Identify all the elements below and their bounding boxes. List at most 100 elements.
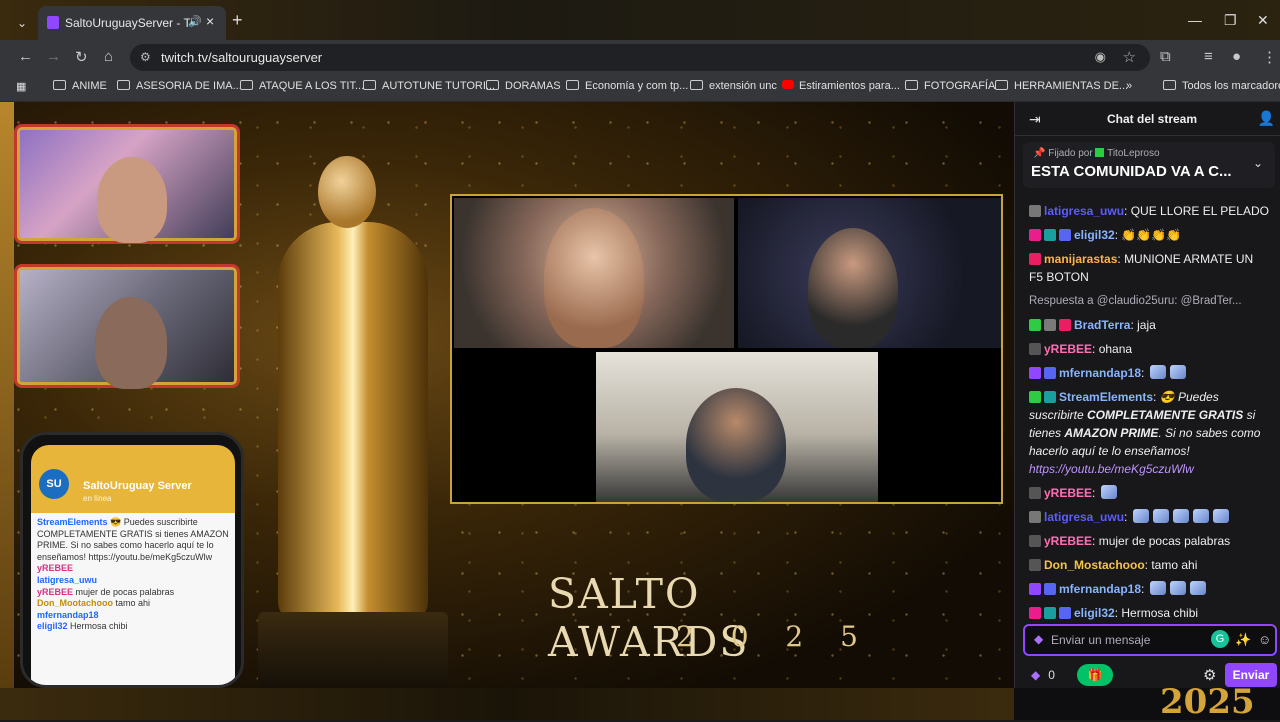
tracking-eye-icon[interactable]: ◉ (1095, 49, 1106, 65)
close-window-icon[interactable]: ✕ (1257, 12, 1269, 29)
user-badge-icon[interactable] (1059, 319, 1071, 331)
chat-username[interactable]: manijarastas (1044, 252, 1117, 266)
url-text[interactable]: twitch.tv/saltouruguayserver (161, 50, 322, 65)
chat-username[interactable]: yREBEE (1044, 342, 1092, 356)
user-badge-icon[interactable] (1029, 205, 1041, 217)
bookmark-item[interactable]: AUTOTUNE TUTORI... (363, 80, 495, 92)
bookmark-item[interactable]: FOTOGRAFÍA (905, 80, 995, 92)
phone-chat-message: StreamElements 😎 Puedes suscribirte COMP… (37, 517, 229, 563)
emote-icon[interactable] (1152, 509, 1169, 523)
forward-icon[interactable]: → (46, 48, 61, 65)
chest-reward-button[interactable]: 🎁 (1077, 664, 1113, 686)
chat-username[interactable]: mfernandap18 (1059, 582, 1141, 596)
user-badge-icon[interactable] (1029, 319, 1041, 331)
user-badge-icon[interactable] (1029, 511, 1041, 523)
more-bookmarks-icon[interactable]: » (1126, 80, 1132, 92)
phone-chat-list: StreamElements 😎 Puedes suscribirte COMP… (31, 513, 235, 685)
emote-icon[interactable] (1212, 509, 1229, 523)
apps-grid-icon[interactable]: ▦ (16, 80, 26, 93)
emote-icon[interactable] (1100, 485, 1117, 499)
media-control-icon[interactable]: ≡ (1204, 48, 1213, 65)
site-info-icon[interactable]: ⚙ (140, 50, 151, 64)
chat-message-input[interactable] (1051, 630, 1201, 650)
extensions-icon[interactable]: ⧉ (1160, 48, 1171, 65)
user-badge-icon[interactable] (1029, 229, 1041, 241)
emote-icon[interactable] (1189, 581, 1206, 595)
emote-icon[interactable] (1169, 365, 1186, 379)
chat-username[interactable]: BradTerra (1074, 318, 1130, 332)
bookmark-star-icon[interactable]: ☆ (1123, 48, 1136, 66)
emote-icon[interactable] (1132, 509, 1149, 523)
user-badge-icon[interactable] (1044, 583, 1056, 595)
chat-username[interactable]: latigresa_uwu (1044, 204, 1124, 218)
browser-tab[interactable]: SaltoUruguayServer - Twitch 🔊 × (38, 6, 226, 40)
video-player[interactable]: SU SaltoUruguay Server en línea StreamEl… (0, 102, 1014, 688)
magic-emote-icon[interactable]: ✨ (1235, 632, 1251, 648)
pinned-message[interactable]: 📌 Fijado por TitoLeproso ESTA COMUNIDAD … (1023, 142, 1275, 188)
bookmark-item[interactable]: DORAMAS (486, 80, 561, 92)
user-badge-icon[interactable] (1029, 535, 1041, 547)
user-badge-icon[interactable] (1044, 367, 1056, 379)
emote-icon[interactable] (1169, 581, 1186, 595)
bookmark-item[interactable]: Todos los marcadores (1163, 80, 1280, 92)
chat-input-box[interactable]: ◆ G ✨ ☺ (1023, 624, 1277, 656)
chat-username[interactable]: latigresa_uwu (1044, 510, 1124, 524)
user-badge-icon[interactable] (1029, 607, 1041, 619)
statue-body (278, 222, 428, 622)
user-badge-icon[interactable] (1044, 229, 1056, 241)
person-figure (97, 157, 167, 243)
emote-icon[interactable] (1149, 581, 1166, 595)
bookmark-item[interactable]: ATAQUE A LOS TIT... (240, 80, 364, 92)
chat-username[interactable]: StreamElements (1059, 390, 1153, 404)
reload-icon[interactable]: ↻ (75, 48, 88, 66)
emote-icon[interactable] (1149, 365, 1166, 379)
grammarly-icon[interactable]: G (1211, 630, 1229, 648)
emote-icon[interactable] (1172, 509, 1189, 523)
user-badge-icon[interactable] (1044, 391, 1056, 403)
message-link[interactable]: https://youtu.be/meKg5czuWlw (1029, 462, 1194, 476)
bookmark-item[interactable]: ASESORIA DE IMA... (117, 80, 242, 92)
emote-icon[interactable] (1192, 509, 1209, 523)
guest-video-1 (454, 198, 734, 348)
user-badge-icon[interactable] (1029, 253, 1041, 265)
user-badge-icon[interactable] (1029, 391, 1041, 403)
chat-username[interactable]: yREBEE (1044, 486, 1092, 500)
speaker-icon[interactable]: 🔊 (188, 15, 202, 28)
channel-points[interactable]: ◆ 0 (1031, 668, 1055, 682)
profile-avatar[interactable]: ● (1232, 48, 1241, 65)
user-badge-icon[interactable] (1044, 607, 1056, 619)
home-icon[interactable]: ⌂ (104, 48, 113, 65)
user-badge-icon[interactable] (1044, 319, 1056, 331)
chat-username[interactable]: Don_Mostachooo (1044, 558, 1145, 572)
bookmark-item[interactable]: ANIME (53, 80, 107, 92)
user-badge-icon[interactable] (1029, 559, 1041, 571)
user-badge-icon[interactable] (1029, 343, 1041, 355)
user-badge-icon[interactable] (1059, 607, 1071, 619)
bookmark-item[interactable]: Estiramientos para... (782, 80, 900, 92)
chat-username[interactable]: eligil32 (1074, 606, 1115, 620)
chat-message: yREBEE: (1029, 484, 1269, 502)
bookmark-label: Economía y com tp... (585, 80, 689, 92)
chat-username[interactable]: yREBEE (1044, 534, 1092, 548)
community-users-icon[interactable]: 👤 (1258, 110, 1275, 127)
bookmark-item[interactable]: extensión unc (690, 80, 777, 92)
new-tab-icon[interactable]: + (232, 10, 243, 31)
restore-icon[interactable]: ❐ (1224, 12, 1237, 29)
user-badge-icon[interactable] (1059, 229, 1071, 241)
user-badge-icon[interactable] (1029, 583, 1041, 595)
minimize-icon[interactable]: — (1188, 12, 1202, 28)
chat-username[interactable]: eligil32 (1074, 228, 1115, 242)
address-bar[interactable]: ⚙ twitch.tv/saltouruguayserver ◉ ☆ (130, 44, 1150, 71)
bits-gem-icon[interactable]: ◆ (1034, 632, 1043, 646)
chat-username[interactable]: mfernandap18 (1059, 366, 1141, 380)
emote-picker-icon[interactable]: ☺ (1258, 632, 1271, 647)
tab-search-icon[interactable]: ⌄ (8, 10, 36, 36)
bookmark-item[interactable]: HERRAMIENTAS DE... (995, 80, 1128, 92)
back-icon[interactable]: ← (18, 48, 33, 65)
user-badge-icon[interactable] (1029, 487, 1041, 499)
chevron-down-icon[interactable]: ⌄ (1253, 156, 1263, 170)
close-tab-icon[interactable]: × (206, 13, 214, 29)
bookmark-item[interactable]: Economía y com tp... (566, 80, 688, 92)
more-menu-icon[interactable]: ⋮ (1262, 48, 1277, 66)
user-badge-icon[interactable] (1029, 367, 1041, 379)
